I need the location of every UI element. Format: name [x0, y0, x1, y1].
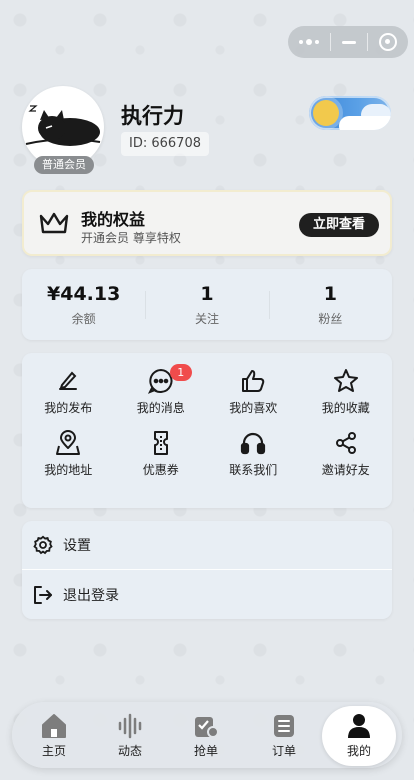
- capsule-divider: [366, 33, 368, 51]
- home-icon: [22, 712, 86, 740]
- username: 执行力: [121, 104, 184, 128]
- stat-value: 1: [200, 283, 214, 305]
- user-icon: [322, 712, 396, 740]
- grid-item-label: 我的发布: [44, 401, 93, 415]
- tab-label: 订单: [271, 744, 296, 758]
- minus-icon[interactable]: [341, 40, 356, 44]
- grid-item-my-address[interactable]: 我的地址: [22, 429, 115, 481]
- coupon-icon: [115, 429, 208, 457]
- tab-mine[interactable]: 我的: [322, 706, 396, 766]
- grid-item-label: 邀请好友: [321, 463, 370, 477]
- mini-program-capsule: [288, 26, 408, 58]
- settings-menu-card: 设置 退出登录: [22, 521, 392, 619]
- stat-label: 关注: [194, 312, 219, 326]
- stat-followers[interactable]: 1 粉丝: [268, 269, 392, 340]
- stat-label: 余额: [71, 312, 96, 326]
- headphones-icon: [207, 429, 300, 457]
- rights-title: 我的权益: [81, 210, 146, 229]
- write-icon: [22, 367, 115, 395]
- member-badge: 普通会员: [34, 156, 94, 174]
- tab-home[interactable]: 主页: [22, 712, 86, 759]
- grab-order-icon: [174, 712, 238, 740]
- grid-item-my-messages[interactable]: 1 我的消息: [115, 364, 208, 419]
- thumbs-up-icon: [207, 367, 300, 395]
- user-id: ID: 666708: [121, 132, 209, 156]
- capsule-divider: [330, 33, 332, 51]
- membership-rights-card[interactable]: 我的权益 开通会员 尊享特权 立即查看: [22, 190, 392, 256]
- stat-label: 粉丝: [318, 312, 343, 326]
- view-now-button[interactable]: 立即查看: [299, 213, 379, 237]
- star-icon: [300, 367, 393, 395]
- rights-subtitle: 开通会员 尊享特权: [81, 231, 181, 245]
- stat-value: 1: [323, 283, 337, 305]
- grid-item-my-likes[interactable]: 我的喜欢: [207, 367, 300, 419]
- tab-orders[interactable]: 订单: [252, 712, 316, 759]
- stat-value: ¥44.13: [47, 283, 121, 305]
- bottom-tab-bar: 主页 动态 抢单 订单 我的: [12, 702, 402, 768]
- menu-item-logout[interactable]: 退出登录: [22, 570, 392, 619]
- tab-label: 我的: [346, 744, 371, 758]
- grid-item-label: 优惠券: [142, 463, 179, 477]
- grid-item-my-posts[interactable]: 我的发布: [22, 367, 115, 419]
- grid-item-my-favorites[interactable]: 我的收藏: [300, 367, 393, 419]
- sun-icon: [313, 100, 339, 126]
- map-pin-icon: [22, 429, 115, 457]
- stat-following[interactable]: 1 关注: [145, 269, 268, 340]
- crown-icon: [38, 210, 70, 240]
- tab-feed[interactable]: 动态: [98, 712, 162, 759]
- grid-item-label: 联系我们: [229, 463, 278, 477]
- grid-item-invite-friends[interactable]: 邀请好友: [300, 429, 393, 481]
- menu-item-label: 设置: [63, 538, 91, 554]
- logout-icon: [33, 585, 53, 605]
- message-icon: 1: [115, 364, 208, 395]
- share-icon: [300, 429, 393, 457]
- grid-item-coupons[interactable]: 优惠券: [115, 429, 208, 481]
- tab-label: 抢单: [193, 744, 218, 758]
- more-dots-icon[interactable]: [299, 39, 320, 45]
- tab-label: 动态: [117, 744, 142, 758]
- unread-badge: 1: [169, 364, 192, 381]
- sun-cloud-toggle-icon[interactable]: [309, 96, 391, 130]
- tab-label: 主页: [41, 744, 66, 758]
- grid-item-contact-us[interactable]: 联系我们: [207, 429, 300, 481]
- grid-item-label: 我的喜欢: [229, 401, 278, 415]
- tab-grab-order[interactable]: 抢单: [174, 712, 238, 759]
- stat-balance[interactable]: ¥44.13 余额: [22, 269, 145, 340]
- function-grid-card: 我的发布 1 我的消息 我的喜欢 我的收藏 我的地址 优惠券 联系我们 邀请好友: [22, 353, 392, 508]
- menu-item-settings[interactable]: 设置: [22, 521, 392, 570]
- stats-card: ¥44.13 余额 1 关注 1 粉丝: [22, 269, 392, 340]
- target-icon[interactable]: [378, 33, 397, 51]
- grid-item-label: 我的消息: [136, 401, 185, 415]
- grid-item-label: 我的收藏: [321, 401, 370, 415]
- grid-item-label: 我的地址: [44, 463, 93, 477]
- order-list-icon: [252, 712, 316, 740]
- menu-item-label: 退出登录: [63, 587, 119, 604]
- sound-wave-icon: [98, 712, 162, 740]
- gear-icon: [33, 535, 53, 555]
- cloud-icon: [339, 116, 391, 130]
